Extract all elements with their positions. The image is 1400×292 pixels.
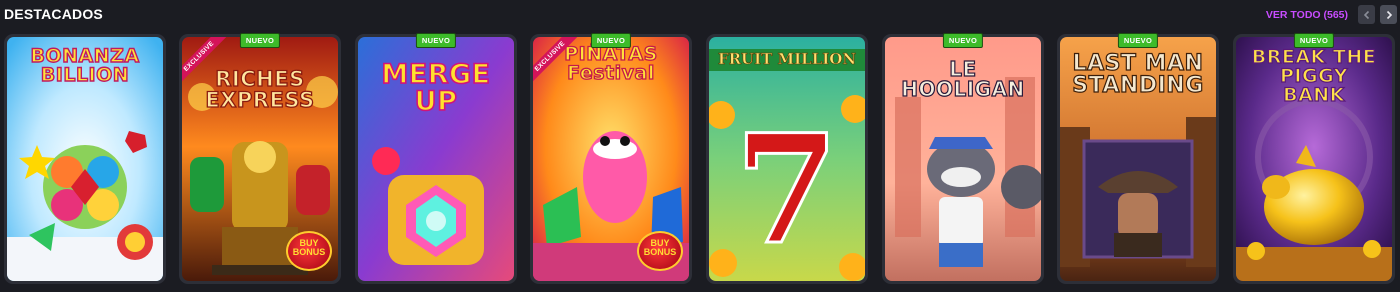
game-thumbnail: MERGE UP [358, 37, 514, 281]
view-all-link[interactable]: VER TODO (565) [1266, 9, 1348, 21]
game-thumbnail: EXCLUSIVE RICHES EXPRESS BUY BONUS [182, 37, 338, 281]
game-title: BONANZA BILLION [30, 45, 140, 86]
new-badge: NUEVO [1293, 33, 1335, 48]
game-thumbnail: FRUIT MILLION 7 [709, 37, 865, 281]
previous-button[interactable] [1358, 5, 1375, 24]
buy-bonus-badge: BUY BONUS [637, 231, 683, 271]
game-title: FRUIT MILLION [717, 50, 857, 68]
game-title: MERGE UP [381, 59, 491, 117]
game-card-bonanza-billion[interactable]: BONANZA BILLION [4, 34, 166, 284]
game-thumbnail: BREAK THE PIGGY BANK [1236, 37, 1392, 281]
new-badge: NUEVO [239, 33, 281, 48]
buy-bonus-badge: BUY BONUS [286, 231, 332, 271]
chevron-left-icon [1363, 10, 1369, 19]
game-card-merge-up[interactable]: NUEVO MERGE UP [355, 33, 517, 284]
section-title: DESTACADOS [4, 6, 103, 22]
seven-symbol: 7 [733, 102, 840, 278]
game-title: BREAK THE PIGGY BANK [1251, 46, 1377, 106]
game-title: LE HOOLIGAN [901, 57, 1025, 101]
game-card-fruit-million[interactable]: FRUIT MILLION 7 [706, 34, 868, 284]
game-card-riches-express[interactable]: NUEVO EXCLUSIVE RICHES EXPRESS BUY BONUS [179, 33, 341, 284]
game-title: LAST MAN STANDING [1072, 51, 1204, 98]
game-thumbnail: EXCLUSIVE PIÑATAS Festival BUY BONUS [533, 37, 689, 281]
game-thumbnail: LE HOOLIGAN [885, 37, 1041, 281]
game-card-pinatas-festival[interactable]: NUEVO EXCLUSIVE PIÑATAS Festival BUY BON… [530, 33, 692, 284]
next-button[interactable] [1380, 5, 1397, 24]
game-thumbnail: BONANZA BILLION [7, 37, 163, 281]
game-card-last-man-standing[interactable]: NUEVO LAST MAN STANDING [1057, 33, 1219, 284]
chevron-right-icon [1386, 10, 1392, 19]
game-carousel: BONANZA BILLION NUEVO EXCLUSIVE RICHES E [0, 33, 1400, 284]
game-thumbnail: LAST MAN STANDING [1060, 37, 1216, 281]
new-badge: NUEVO [415, 33, 457, 48]
game-card-le-hooligan[interactable]: NUEVO LE HOOLIGAN [882, 33, 1044, 284]
game-title: RICHES EXPRESS [205, 67, 315, 112]
section-header: DESTACADOS VER TODO (565) [0, 0, 1400, 32]
new-badge: NUEVO [1117, 33, 1159, 48]
game-card-break-the-piggy-bank[interactable]: NUEVO BREAK THE PIGGY BANK [1233, 33, 1395, 284]
new-badge: NUEVO [942, 33, 984, 48]
new-badge: NUEVO [590, 33, 632, 48]
